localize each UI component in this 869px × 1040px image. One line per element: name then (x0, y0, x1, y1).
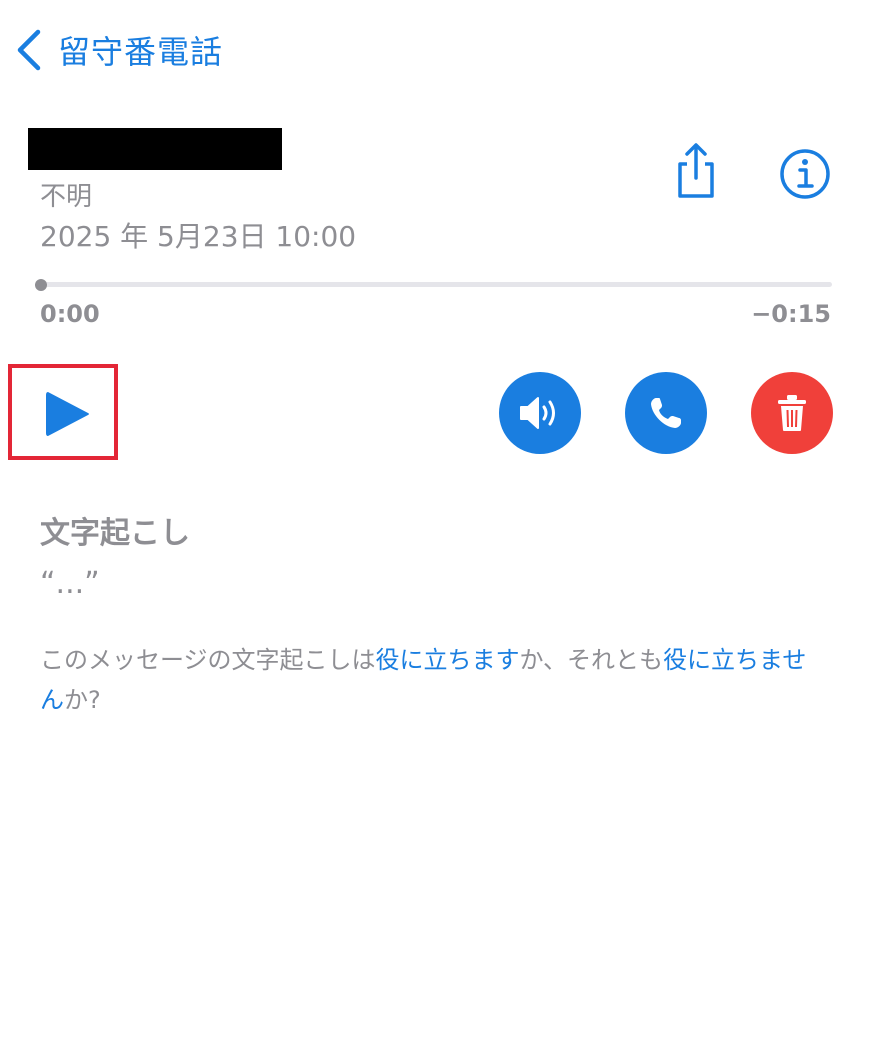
feedback-helpful-link[interactable]: 役に立ちます (376, 646, 520, 674)
transcript-heading: 文字起こし (40, 516, 190, 551)
remaining-time: −0:15 (751, 300, 831, 328)
redacted-caller-name (28, 128, 282, 170)
trash-icon (778, 395, 806, 431)
back-label: 留守番電話 (58, 33, 224, 71)
play-icon (46, 392, 89, 436)
feedback-middle: か、それとも (519, 646, 664, 674)
chevron-left-icon (16, 29, 42, 71)
phone-icon (651, 398, 681, 428)
info-icon (780, 149, 830, 199)
playback-scrubber[interactable] (40, 282, 832, 287)
feedback-prefix: このメッセージの文字起こしは (40, 646, 376, 674)
share-button[interactable] (668, 140, 724, 202)
scrubber-handle[interactable] (35, 279, 47, 291)
elapsed-time: 0:00 (40, 300, 100, 328)
call-back-button[interactable] (625, 372, 707, 454)
voicemail-datetime: 2025 年 5月23日 10:00 (40, 220, 357, 253)
caller-label: 不明 (40, 182, 93, 212)
speaker-icon (520, 397, 555, 429)
back-button[interactable]: 留守番電話 (16, 24, 223, 76)
play-button[interactable] (40, 388, 92, 440)
speaker-button[interactable] (499, 372, 581, 454)
info-button[interactable] (778, 147, 832, 201)
transcript-feedback: このメッセージの文字起こしは役に立ちますか、それとも役に立ちませんか? (40, 640, 820, 720)
transcript-text: “...” (40, 566, 100, 601)
feedback-suffix: か? (64, 686, 101, 714)
delete-button[interactable] (751, 372, 833, 454)
share-icon (678, 143, 714, 198)
